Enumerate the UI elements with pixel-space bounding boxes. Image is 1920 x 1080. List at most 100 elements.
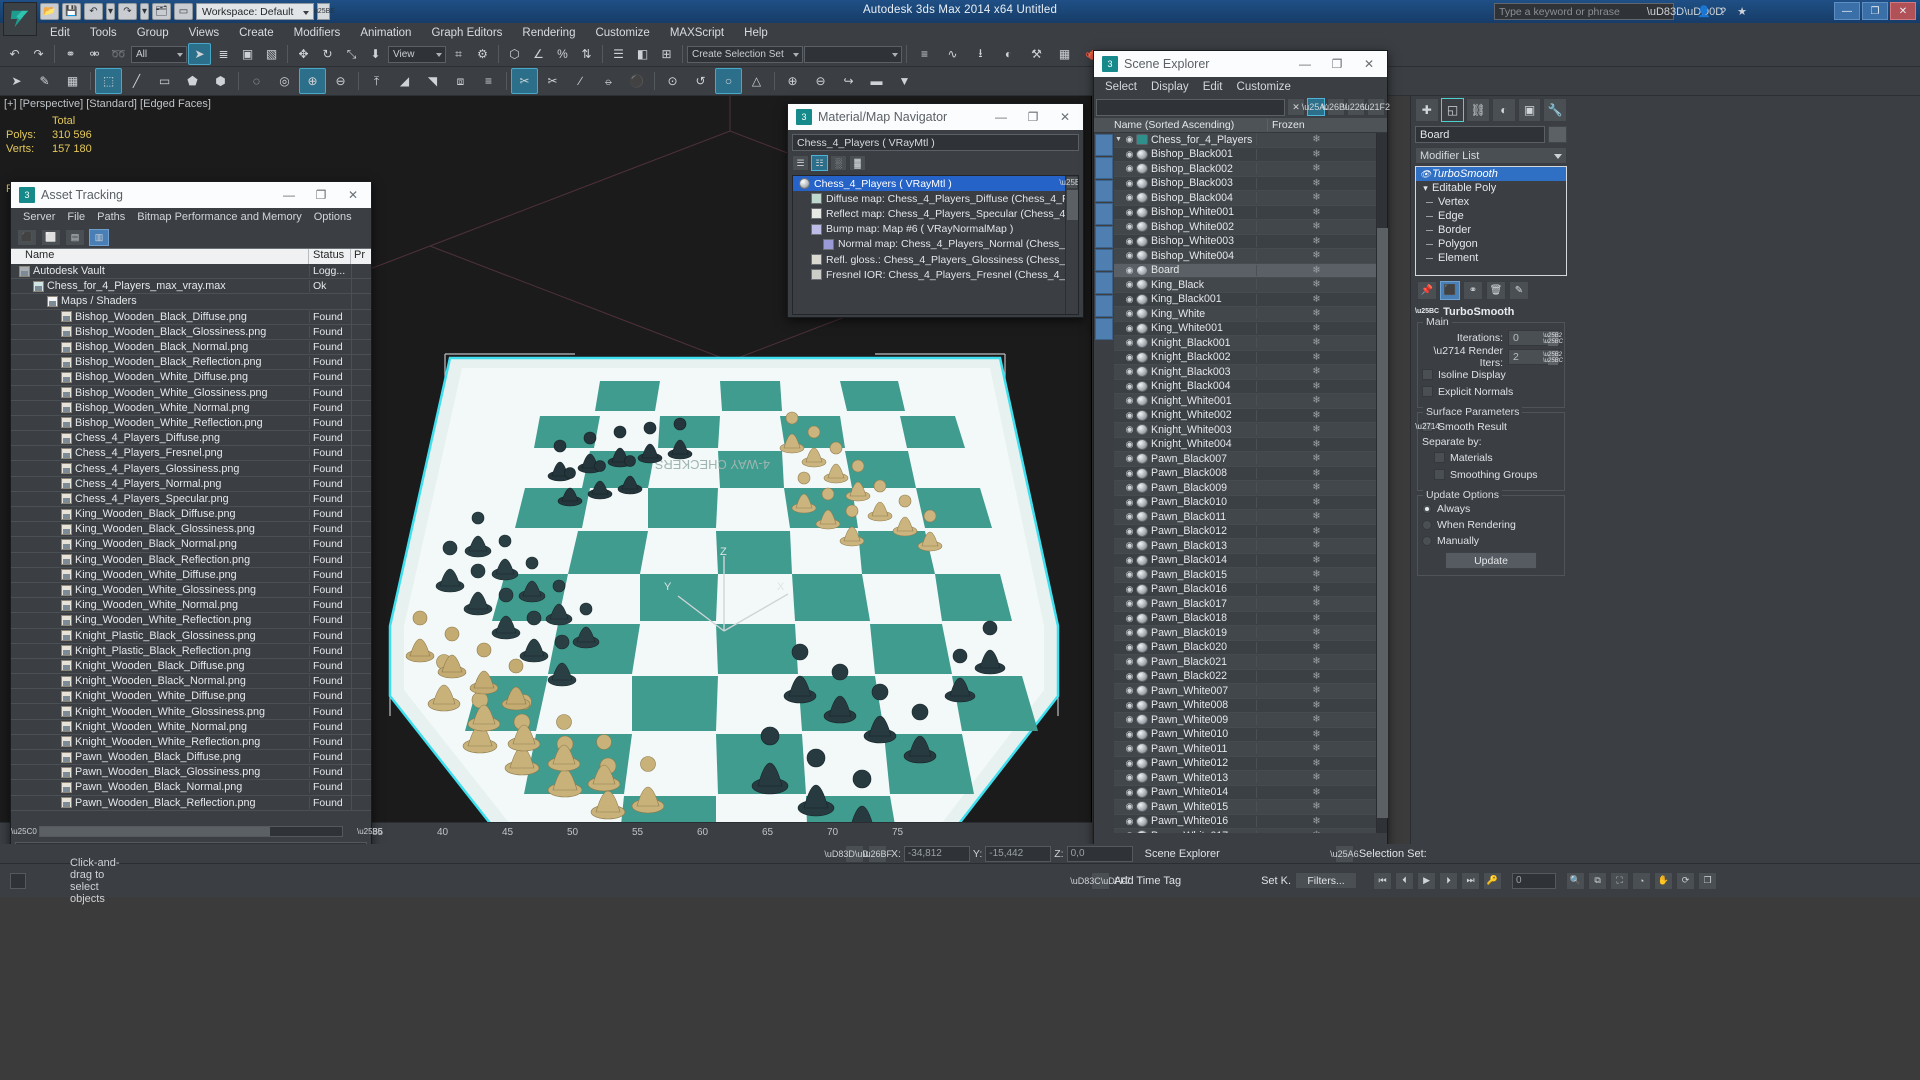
visibility-eye-icon[interactable]: ◉ <box>1123 540 1136 551</box>
asset-minimize-button[interactable]: — <box>273 183 305 207</box>
matnav-current-material[interactable]: Chess_4_Players ( VRayMtl ) <box>792 134 1079 151</box>
stack-item-edge[interactable]: Edge <box>1416 209 1566 223</box>
scene-object-row[interactable]: ◉ Knight_Black003 ❄ <box>1114 365 1376 380</box>
z-field[interactable]: 0,0 <box>1066 845 1133 862</box>
frozen-cell[interactable]: ❄ <box>1256 757 1376 769</box>
frozen-cell[interactable]: ❄ <box>1256 235 1376 247</box>
asset-maximize-button[interactable]: ❐ <box>305 183 337 207</box>
frozen-cell[interactable]: ❄ <box>1256 714 1376 726</box>
asset-row[interactable]: Chess_for_4_Players_max_vray.max Ok <box>11 277 371 295</box>
layer-manager-button[interactable]: ≡ <box>911 41 938 67</box>
matnav-close-button[interactable]: ✕ <box>1049 105 1081 129</box>
asset-row[interactable]: Pawn_Wooden_Black_Diffuse.png Found <box>11 748 371 766</box>
configure-modifier-sets-icon[interactable]: ✎ <box>1509 280 1529 300</box>
collapse-icon[interactable]: ▼ <box>891 68 918 94</box>
frozen-cell[interactable]: ❄ <box>1256 728 1376 740</box>
redo-dropdown-icon[interactable]: ▾ <box>140 3 149 20</box>
visibility-eye-icon[interactable]: ◉ <box>1123 656 1136 667</box>
spinner-arrows-icon[interactable]: \u25B2 \u25BC <box>1543 350 1563 365</box>
frozen-cell[interactable]: ❄ <box>1256 366 1376 378</box>
small-icons-view-icon[interactable]: ░ <box>830 155 847 171</box>
frozen-cell[interactable]: ❄ <box>1256 583 1376 595</box>
scene-object-row[interactable]: ◉ Knight_White002 ❄ <box>1114 408 1376 423</box>
matnav-node[interactable]: Normal map: Chess_4_Players_Normal (Ches… <box>793 237 1078 252</box>
scene-object-row[interactable]: ◉ King_Black001 ❄ <box>1114 292 1376 307</box>
chamfer-icon[interactable]: ◥ <box>419 68 446 94</box>
scroll-left-icon[interactable]: \u25C0 <box>11 827 37 836</box>
visibility-eye-icon[interactable]: ◉ <box>1123 801 1136 812</box>
quickslice-icon[interactable]: ∕ <box>567 68 594 94</box>
visibility-eye-icon[interactable]: ◉ <box>1123 758 1136 769</box>
frozen-cell[interactable]: ❄ <box>1256 453 1376 465</box>
render-frame-window-button[interactable]: ▦ <box>1051 41 1078 67</box>
matnav-tree[interactable]: Chess_4_Players ( VRayMtl ) Diffuse map: … <box>792 175 1079 315</box>
filter-groups-icon[interactable] <box>1095 272 1113 294</box>
visibility-eye-icon[interactable]: ◉ <box>1123 482 1136 493</box>
schematic-view-button[interactable]: ⭳ <box>967 41 994 67</box>
scene-menu-customize[interactable]: Customize <box>1230 80 1298 94</box>
visibility-eye-icon[interactable]: ◉ <box>1123 424 1136 435</box>
named-selection-set-combo[interactable] <box>804 45 902 63</box>
menu-item-group[interactable]: Group <box>127 25 179 41</box>
search-icon[interactable]: \uD83D\uDD0D <box>1647 4 1723 20</box>
scene-explorer-find-input[interactable] <box>1096 98 1285 116</box>
visibility-eye-icon[interactable]: ◉ <box>1123 294 1136 305</box>
rectangular-selection-region-button[interactable]: ▣ <box>236 43 259 65</box>
ring-icon[interactable]: ◎ <box>271 68 298 94</box>
scene-object-row[interactable]: ◉ Pawn_White011 ❄ <box>1114 742 1376 757</box>
scene-object-row[interactable]: ◉ Bishop_Black003 ❄ <box>1114 176 1376 191</box>
list-view-icon[interactable]: ☰ <box>792 155 809 171</box>
bevel-icon[interactable]: ◢ <box>391 68 418 94</box>
visibility-eye-icon[interactable]: ◉ <box>1123 642 1136 653</box>
asset-row[interactable]: Bishop_Wooden_White_Reflection.png Found <box>11 414 371 432</box>
asset-row[interactable]: Knight_Plastic_Black_Glossiness.png Found <box>11 627 371 645</box>
menu-item-modifiers[interactable]: Modifiers <box>284 25 351 41</box>
asset-row[interactable]: Knight_Wooden_Black_Diffuse.png Found <box>11 657 371 675</box>
render-setup-button[interactable]: ⚒ <box>1023 41 1050 67</box>
scene-object-row[interactable]: ◉ Pawn_Black011 ❄ <box>1114 510 1376 525</box>
scene-object-row[interactable]: ◉ Pawn_Black012 ❄ <box>1114 524 1376 539</box>
frozen-cell[interactable]: ❄ <box>1256 641 1376 653</box>
filter-lights-icon[interactable] <box>1095 180 1113 202</box>
pan-button[interactable]: ✋ <box>1654 871 1674 890</box>
selection-set-icon[interactable]: \u25A6 <box>1330 844 1359 863</box>
scene-object-row[interactable]: ◉ Pawn_White007 ❄ <box>1114 684 1376 699</box>
visibility-eye-icon[interactable]: ◉ <box>1123 236 1136 247</box>
menu-item-maxscript[interactable]: MAXScript <box>660 25 734 41</box>
visibility-eye-icon[interactable]: ◉ <box>1123 178 1136 189</box>
edit-poly-icon[interactable]: ▦ <box>59 68 86 94</box>
scene-explorer-window[interactable]: 3 Scene Explorer — ❐ ✕ Select Display Edit… <box>1093 50 1390 845</box>
x-field[interactable]: -34,812 <box>903 845 970 862</box>
asset-h-scrollbar[interactable] <box>39 825 343 837</box>
frozen-cell[interactable]: ❄ <box>1256 830 1376 833</box>
scene-object-row[interactable]: ◉ Bishop_Black002 ❄ <box>1114 162 1376 177</box>
asset-row[interactable]: King_Wooden_Black_Normal.png Found <box>11 535 371 553</box>
visibility-eye-icon[interactable]: ◉ <box>1123 265 1136 276</box>
scene-object-row[interactable]: ◉ Pawn_Black010 ❄ <box>1114 495 1376 510</box>
asset-row[interactable]: Knight_Wooden_White_Diffuse.png Found <box>11 687 371 705</box>
scene-explorer-scrollbar[interactable] <box>1376 133 1388 833</box>
frozen-cell[interactable]: ❄ <box>1256 134 1376 146</box>
play-button[interactable]: ▶ <box>1417 871 1437 890</box>
asset-row[interactable]: Bishop_Wooden_Black_Normal.png Found <box>11 338 371 356</box>
scene-object-row[interactable]: ◉ Pawn_Black019 ❄ <box>1114 626 1376 641</box>
modifier-stack[interactable]: 👁 TurboSmooth ▾ Editable Poly Vertex Edge Bord… <box>1415 166 1567 276</box>
msmooth-icon[interactable]: ○ <box>715 68 742 94</box>
filter-helpers-icon[interactable] <box>1095 226 1113 248</box>
asset-row[interactable]: Knight_Wooden_White_Reflection.png Found <box>11 733 371 751</box>
workspace-selector[interactable]: Workspace: Default <box>196 3 314 20</box>
motion-tab[interactable]: ◐ <box>1492 98 1516 122</box>
scene-explorer-rows[interactable]: ▼ ◉ Chess_for_4_Players ❄ ◉ Bishop_Black001 ❄ ◉… <box>1114 133 1376 833</box>
scene-object-row[interactable]: ◉ King_Black ❄ <box>1114 278 1376 293</box>
hierarchy-tab[interactable]: ⛓ <box>1466 98 1491 122</box>
element-icon[interactable]: ⬢ <box>207 68 234 94</box>
undo-icon[interactable]: ↶ <box>84 3 103 20</box>
border-icon[interactable]: ▭ <box>151 68 178 94</box>
scroll-thumb[interactable] <box>1067 190 1078 220</box>
scene-object-row[interactable]: ◉ Pawn_Black007 ❄ <box>1114 452 1376 467</box>
scene-object-row[interactable]: ◉ Pawn_White010 ❄ <box>1114 727 1376 742</box>
slice-icon[interactable]: ✂ <box>539 68 566 94</box>
scene-object-row[interactable]: ◉ Bishop_White001 ❄ <box>1114 205 1376 220</box>
spinner-arrows-icon[interactable]: \u25B2 \u25BC <box>1543 331 1563 346</box>
material-editor-button[interactable]: ◐ <box>995 41 1022 67</box>
